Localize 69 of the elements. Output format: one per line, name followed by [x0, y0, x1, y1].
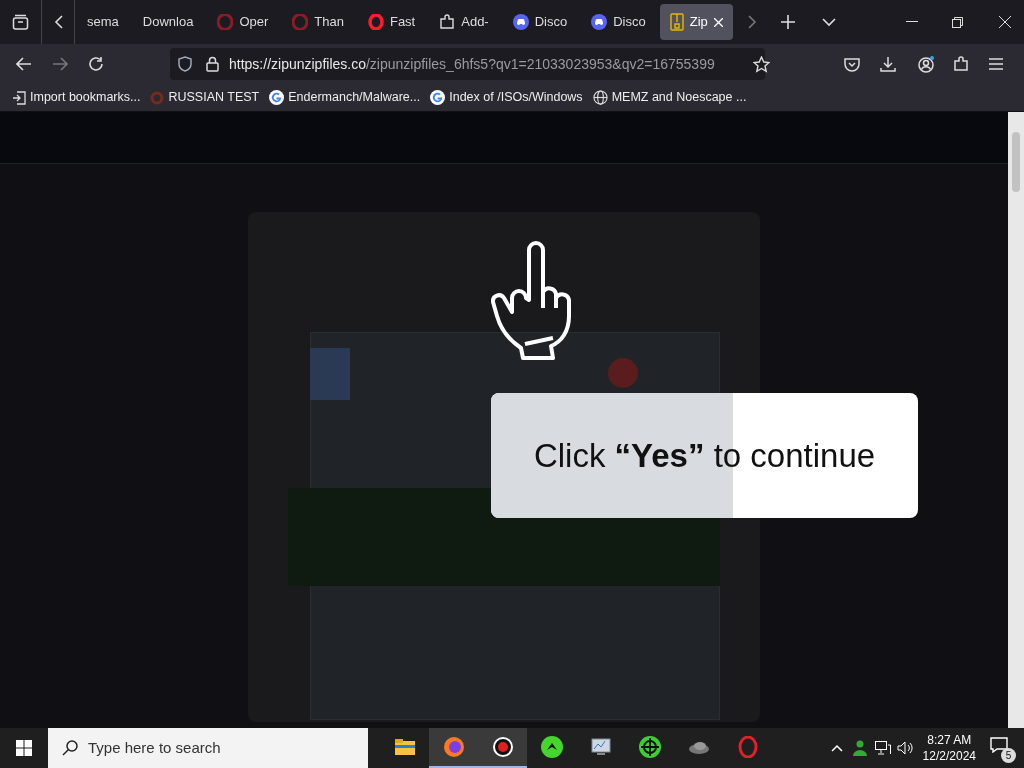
snake-icon	[540, 736, 563, 758]
prompt-text: Click “Yes” to continue	[532, 436, 877, 476]
network-icon[interactable]	[874, 741, 891, 755]
menu-icon[interactable]	[989, 58, 1003, 70]
chevron-down-icon[interactable]	[821, 17, 836, 27]
back-icon[interactable]	[16, 57, 32, 71]
chevron-up-icon[interactable]	[830, 744, 843, 752]
bookmark[interactable]: Endermanch/Malware...	[269, 88, 421, 107]
close-tab-icon[interactable]	[713, 17, 723, 27]
browser-tab[interactable]: Fast	[357, 4, 426, 40]
opera-icon	[367, 14, 384, 30]
bookmark[interactable]: Index of /ISOs/Windows	[430, 88, 583, 107]
notifications-icon[interactable]	[990, 737, 1008, 753]
shield-icon	[178, 56, 192, 72]
url-text: https://zipunzipfiles.co/zipunzipfiles_6hfs5?qv1=21033023953&qv2=16755399	[229, 54, 715, 74]
globe-icon	[592, 90, 608, 105]
ring-icon	[150, 90, 165, 105]
folder-icon	[393, 736, 416, 758]
browser-tab[interactable]: Oper	[207, 4, 279, 40]
pocket-icon[interactable]	[844, 56, 860, 72]
zip-file-icon	[669, 13, 684, 31]
opera-icon	[292, 14, 309, 30]
scrollbar[interactable]	[1008, 112, 1024, 728]
firefox-icon	[442, 736, 465, 758]
bookmark[interactable]: MEMZ and Noescape ...	[592, 88, 747, 107]
search-icon	[62, 740, 78, 756]
scroll-left-icon[interactable]	[54, 15, 64, 29]
crosshair-icon	[638, 736, 661, 758]
browser-tab[interactable]: Zip	[659, 4, 733, 40]
import-icon	[12, 90, 26, 105]
tab-list-icon[interactable]	[12, 13, 29, 31]
minimize-icon[interactable]	[905, 21, 918, 23]
google-icon	[269, 90, 285, 105]
record-icon	[491, 736, 514, 758]
notification-count: 5	[1001, 748, 1016, 763]
taskbar-search-field[interactable]: Type here to search	[48, 728, 368, 768]
star-icon[interactable]	[753, 55, 770, 73]
puzzle-icon	[439, 14, 456, 30]
account-icon[interactable]	[917, 55, 935, 73]
bookmark[interactable]: RUSSIAN TEST	[150, 88, 260, 107]
windows-start-icon[interactable]	[16, 740, 32, 756]
opera-icon	[217, 14, 234, 30]
browser-tab[interactable]: Downloa	[132, 4, 204, 40]
speaker-icon[interactable]	[896, 741, 913, 755]
reload-icon[interactable]	[88, 56, 104, 72]
person-icon[interactable]	[852, 740, 867, 756]
browser-tab[interactable]: Add-	[429, 4, 499, 40]
browser-tab[interactable]: sema	[77, 4, 129, 40]
extensions-icon[interactable]	[953, 56, 969, 72]
new-tab-icon[interactable]	[780, 15, 795, 29]
taskbar-app[interactable]	[478, 728, 527, 768]
close-icon[interactable]	[998, 16, 1011, 28]
address-bar[interactable]: https://zipunzipfiles.co/zipunzipfiles_6hfs5?qv1=21033023953&qv2=16755399	[170, 48, 765, 80]
forward-icon[interactable]	[52, 57, 68, 71]
browser-tab[interactable]: Disco	[502, 4, 578, 40]
discord-icon	[591, 14, 608, 30]
lock-icon	[206, 56, 219, 72]
browser-tab[interactable]: Than	[282, 4, 354, 40]
monitor-icon	[589, 736, 612, 758]
bookmark[interactable]: Import bookmarks...	[12, 88, 141, 107]
download-icon[interactable]	[880, 56, 896, 72]
clock-date[interactable]: 12/2/2024	[922, 748, 976, 764]
browser-tab[interactable]: Disco	[581, 4, 656, 40]
google-icon	[430, 90, 446, 105]
scroll-right-icon[interactable]	[746, 15, 757, 29]
restore-icon[interactable]	[951, 16, 963, 28]
clock-time[interactable]: 8:27 AM	[927, 732, 972, 748]
discord-icon	[512, 14, 529, 30]
opera-icon	[736, 736, 759, 758]
